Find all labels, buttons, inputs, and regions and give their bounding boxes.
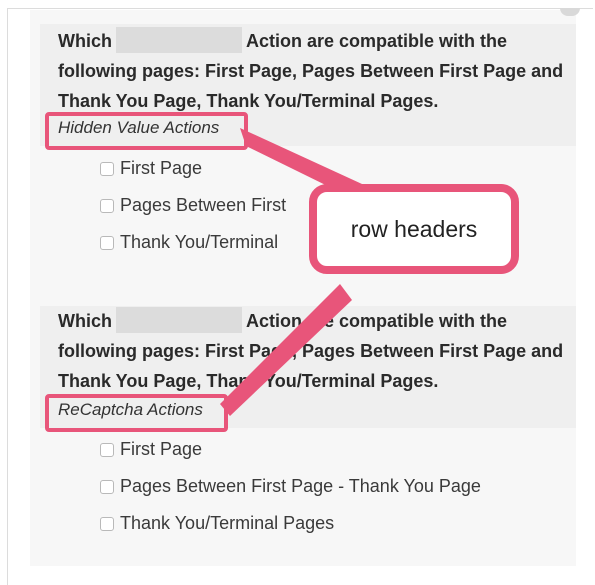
callout-arrows (220, 128, 362, 416)
arrow-to-row-header-2 (220, 284, 352, 416)
callout-bubble: row headers (309, 184, 519, 274)
callout-label: row headers (350, 215, 478, 242)
